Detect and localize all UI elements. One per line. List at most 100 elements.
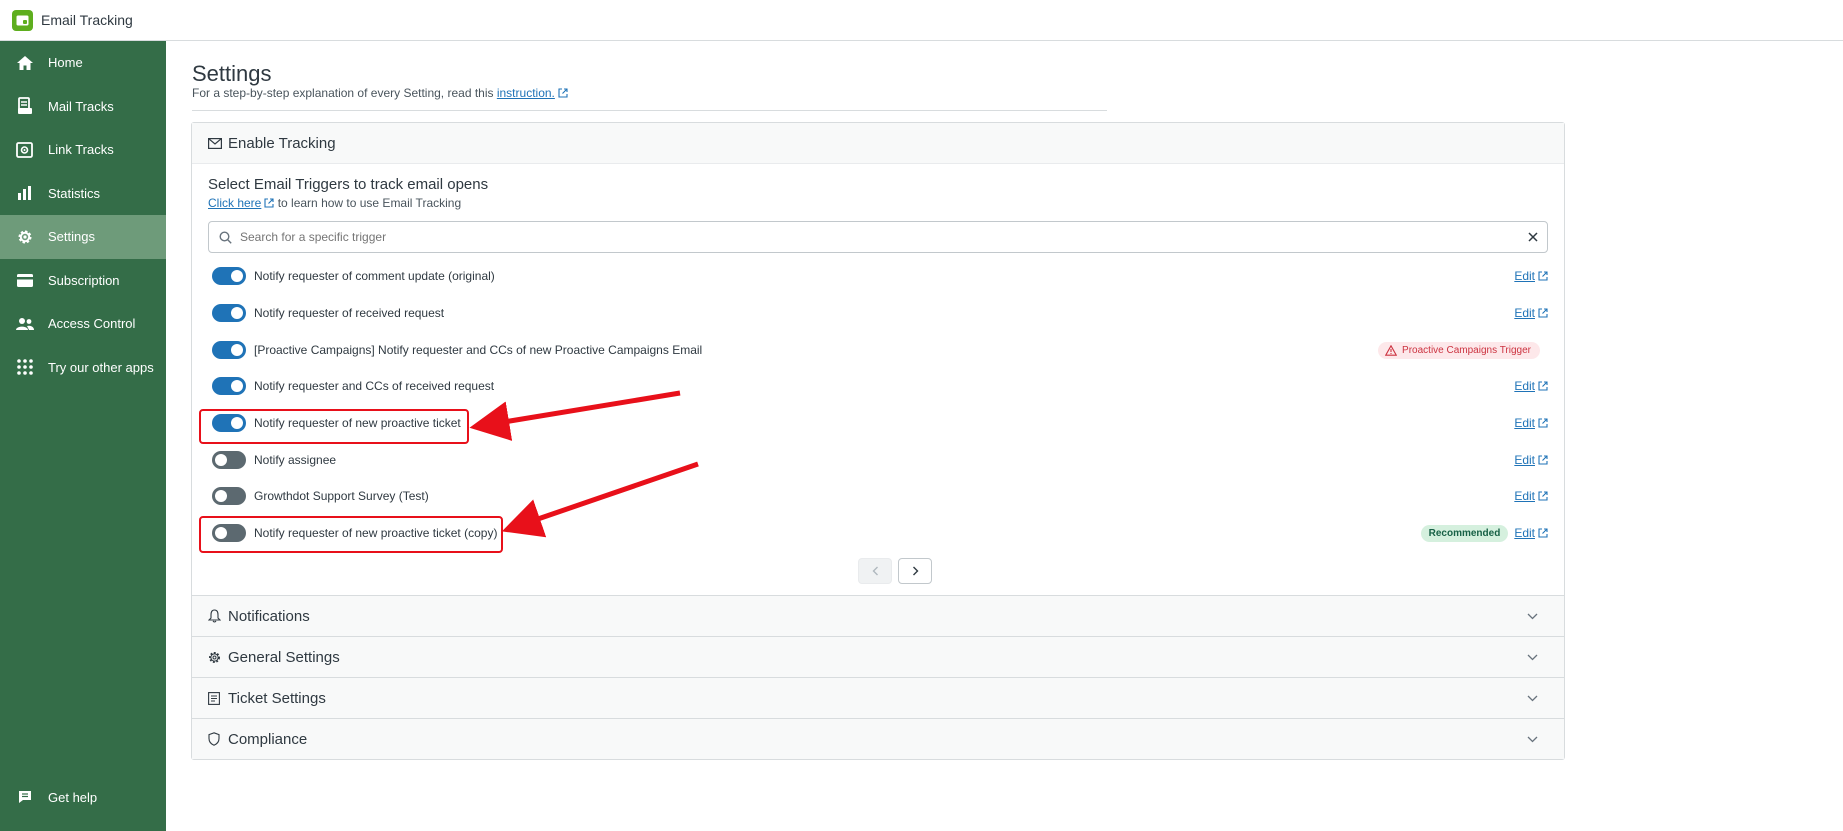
trigger-row: Notify requester of comment update (orig… <box>212 263 1548 289</box>
trigger-row: Notify requester of received request Edi… <box>212 300 1548 326</box>
chevron-right-icon <box>912 566 918 576</box>
external-link-icon <box>558 88 568 98</box>
sidebar-item-label: Try our other apps <box>48 359 154 375</box>
trigger-toggle[interactable] <box>212 267 246 285</box>
compliance-section[interactable]: Compliance <box>192 718 1564 759</box>
sidebar-item-mail-tracks[interactable]: Mail Tracks <box>0 85 166 129</box>
trigger-label: Notify requester of received request <box>254 306 445 320</box>
link-tracks-icon <box>16 141 34 159</box>
trigger-toggle[interactable] <box>212 377 246 395</box>
general-settings-section[interactable]: General Settings <box>192 636 1564 677</box>
trigger-label: Notify requester and CCs of received req… <box>254 379 495 393</box>
get-help-button[interactable]: Get help <box>0 776 166 820</box>
trigger-search-input[interactable] <box>240 230 1519 244</box>
ticket-settings-section[interactable]: Ticket Settings <box>192 677 1564 718</box>
page-subtitle: For a step-by-step explanation of every … <box>192 86 568 100</box>
users-icon <box>16 315 34 333</box>
sidebar-item-subscription[interactable]: Subscription <box>0 259 166 303</box>
trigger-row: Notify requester of new proactive ticket… <box>212 520 1548 546</box>
gear-icon <box>16 228 34 246</box>
main-content: Settings For a step-by-step explanation … <box>166 41 1843 831</box>
trigger-toggle[interactable] <box>212 487 246 505</box>
trigger-row: Notify requester of new proactive ticket… <box>212 410 1548 436</box>
enable-tracking-header[interactable]: Enable Tracking <box>192 123 1564 164</box>
sidebar-item-link-tracks[interactable]: Link Tracks <box>0 128 166 172</box>
section-label: Compliance <box>228 730 308 748</box>
trigger-label: Notify assignee <box>254 453 337 467</box>
sidebar-item-label: Link Tracks <box>48 142 114 158</box>
mail-tracks-icon <box>16 97 34 115</box>
sidebar-item-label: Home <box>48 55 83 71</box>
external-link-icon <box>1538 381 1548 391</box>
section-label: Ticket Settings <box>228 689 326 707</box>
external-link-icon <box>1538 455 1548 465</box>
bell-icon <box>208 609 222 623</box>
edit-link[interactable]: Edit <box>1514 526 1535 540</box>
settings-panel: Enable Tracking Select Email Triggers to… <box>191 122 1565 760</box>
trigger-label: Notify requester of comment update (orig… <box>254 269 495 283</box>
edit-link[interactable]: Edit <box>1514 379 1535 393</box>
instruction-link[interactable]: instruction. <box>497 86 555 100</box>
trigger-row: Growthdot Support Survey (Test) Edit <box>212 483 1548 509</box>
external-link-icon <box>1538 271 1548 281</box>
sidebar-item-label: Access Control <box>48 316 136 332</box>
envelope-icon <box>208 136 222 150</box>
next-page-button[interactable] <box>898 558 932 584</box>
edit-link[interactable]: Edit <box>1514 269 1535 283</box>
gear-icon <box>208 650 222 664</box>
trigger-toggle[interactable] <box>212 341 246 359</box>
enable-tracking-body: Select Email Triggers to track email ope… <box>192 164 1564 595</box>
external-link-icon <box>264 198 274 208</box>
sidebar-item-label: Statistics <box>48 185 101 201</box>
chevron-down-icon <box>1527 613 1538 620</box>
title-divider <box>192 110 1107 111</box>
app-logo-icon <box>12 9 33 31</box>
trigger-label: Notify requester of new proactive ticket… <box>254 526 498 540</box>
enable-tracking-title: Enable Tracking <box>228 134 336 152</box>
recommended-badge: Recommended <box>1420 524 1509 542</box>
sidebar-item-label: Settings <box>48 229 95 245</box>
external-link-icon <box>1538 528 1548 538</box>
sidebar-item-other-apps[interactable]: Try our other apps <box>0 346 166 390</box>
external-link-icon <box>1538 418 1548 428</box>
bar-chart-icon <box>16 184 34 202</box>
proactive-campaigns-badge: Proactive Campaigns Trigger <box>1378 341 1540 359</box>
trigger-toggle[interactable] <box>212 451 246 469</box>
shield-icon <box>208 732 222 746</box>
section-label: Notifications <box>228 607 310 625</box>
click-here-link[interactable]: Click here <box>208 196 261 210</box>
trigger-row: [Proactive Campaigns] Notify requester a… <box>212 337 1548 363</box>
home-icon <box>16 54 34 72</box>
edit-link[interactable]: Edit <box>1514 416 1535 430</box>
clear-search-button[interactable] <box>1519 223 1547 251</box>
sidebar-item-home[interactable]: Home <box>0 41 166 85</box>
sidebar-item-statistics[interactable]: Statistics <box>0 172 166 216</box>
trigger-search <box>208 221 1548 253</box>
chevron-down-icon <box>1527 695 1538 702</box>
sidebar-item-label: Mail Tracks <box>48 98 114 114</box>
prev-page-button[interactable] <box>858 558 892 584</box>
sidebar-item-settings[interactable]: Settings <box>0 215 166 259</box>
chevron-left-icon <box>872 566 878 576</box>
trigger-row: Notify requester and CCs of received req… <box>212 373 1548 399</box>
external-link-icon <box>1538 491 1548 501</box>
notifications-section[interactable]: Notifications <box>192 595 1564 636</box>
chevron-down-icon <box>1527 736 1538 743</box>
edit-link[interactable]: Edit <box>1514 453 1535 467</box>
external-link-icon <box>1538 308 1548 318</box>
pagination <box>858 558 938 584</box>
trigger-toggle[interactable] <box>212 304 246 322</box>
trigger-label: Growthdot Support Survey (Test) <box>254 489 429 503</box>
warning-icon <box>1385 344 1398 356</box>
search-icon <box>219 230 232 244</box>
close-icon <box>1528 232 1538 242</box>
trigger-toggle[interactable] <box>212 524 246 542</box>
top-bar: Email Tracking <box>0 0 1843 41</box>
trigger-toggle[interactable] <box>212 414 246 432</box>
sidebar-item-access-control[interactable]: Access Control <box>0 302 166 346</box>
ticket-icon <box>208 691 222 705</box>
page-title: Settings <box>192 61 272 86</box>
chevron-down-icon <box>1527 654 1538 661</box>
edit-link[interactable]: Edit <box>1514 306 1535 320</box>
edit-link[interactable]: Edit <box>1514 489 1535 503</box>
